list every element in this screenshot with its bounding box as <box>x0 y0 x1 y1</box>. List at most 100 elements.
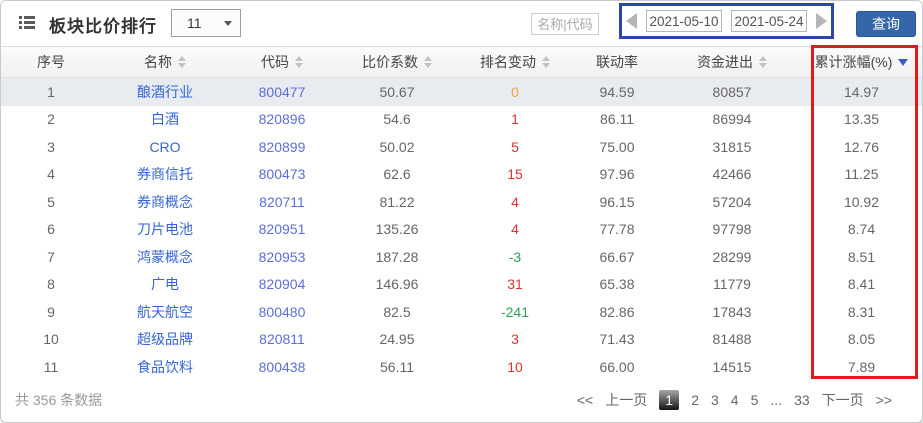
sector-name-link[interactable]: 刀片电池 <box>137 221 193 237</box>
sector-code-link[interactable]: 800480 <box>259 304 306 320</box>
ratio-value: 146.96 <box>375 276 419 293</box>
cell-gain: 12.76 <box>801 133 922 161</box>
cell-index: 10 <box>1 326 101 354</box>
date-from-input[interactable] <box>646 10 722 32</box>
total-count-label: 共 356 条数据 <box>15 392 103 408</box>
gain-value: 11.25 <box>844 166 879 183</box>
cell-index: 8 <box>1 271 101 299</box>
cell-linkage: 66.00 <box>571 353 663 381</box>
cell-linkage: 94.59 <box>571 78 663 106</box>
column-header-rank-change[interactable]: 排名变动 <box>459 47 571 78</box>
sector-code-link[interactable]: 800438 <box>259 359 306 375</box>
sector-name-link[interactable]: 白酒 <box>151 111 179 127</box>
sector-name-link[interactable]: 食品饮料 <box>137 359 193 375</box>
sector-name-link[interactable]: 航天航空 <box>137 304 193 320</box>
sector-name-link[interactable]: 广电 <box>151 276 179 292</box>
table-row[interactable]: 8 广电 820904 146.96 31 65.38 11779 8.41 <box>1 271 922 299</box>
first-page-button[interactable]: << <box>577 392 593 408</box>
cell-index: 6 <box>1 216 101 244</box>
sector-code-link[interactable]: 820953 <box>259 249 306 265</box>
cell-rank-change: 4 <box>459 188 571 216</box>
rank-change-value: -241 <box>500 303 530 320</box>
cell-code: 820896 <box>229 106 335 134</box>
sector-code-link[interactable]: 800477 <box>259 84 306 100</box>
table-row[interactable]: 9 航天航空 800480 82.5 -241 82.86 17843 8.31 <box>1 298 922 326</box>
column-header-code[interactable]: 代码 <box>229 47 335 78</box>
page-button-4[interactable]: 4 <box>731 392 739 408</box>
cell-index: 4 <box>1 161 101 189</box>
last-page-button[interactable]: >> <box>876 392 892 408</box>
sector-code-link[interactable]: 820811 <box>259 331 305 347</box>
sector-code-link[interactable]: 820896 <box>259 111 306 127</box>
sector-name-link[interactable]: 超级品牌 <box>137 331 193 347</box>
prev-period-arrow[interactable] <box>626 13 637 29</box>
cell-code: 820904 <box>229 271 335 299</box>
cell-code: 800473 <box>229 161 335 189</box>
next-period-arrow[interactable] <box>816 13 827 29</box>
table-row[interactable]: 2 白酒 820896 54.6 1 86.11 86994 13.35 <box>1 106 922 134</box>
gain-value: 7.89 <box>847 358 876 375</box>
cell-linkage: 66.67 <box>571 243 663 271</box>
page-button-2[interactable]: 2 <box>691 392 699 408</box>
list-icon[interactable] <box>19 16 35 35</box>
sector-code-link[interactable]: 820904 <box>259 276 306 292</box>
cell-ratio: 24.95 <box>335 326 459 354</box>
count-dropdown[interactable]: 11 <box>171 9 241 37</box>
sector-name-link[interactable]: 券商信托 <box>137 166 193 182</box>
column-header-funds[interactable]: 资金进出 <box>663 47 801 78</box>
row-index: 3 <box>47 138 55 155</box>
cell-rank-change: 4 <box>459 216 571 244</box>
date-to-input[interactable] <box>731 10 807 32</box>
table-row[interactable]: 10 超级品牌 820811 24.95 3 71.43 81488 8.05 <box>1 326 922 354</box>
sector-ranking-panel: 板块比价排行 11 查询 序号名称代码比价系数排名变动联动率资金进出累计涨幅(%… <box>0 0 923 423</box>
column-header-index: 序号 <box>1 47 101 78</box>
cell-funds: 11779 <box>663 271 801 299</box>
ratio-value: 24.95 <box>379 331 415 348</box>
table-row[interactable]: 1 酿酒行业 800477 50.67 0 94.59 80857 14.97 <box>1 77 922 106</box>
cell-linkage: 97.96 <box>571 161 663 189</box>
sector-code-link[interactable]: 820951 <box>259 221 306 237</box>
linkage-value: 77.78 <box>599 221 635 238</box>
table-row[interactable]: 6 刀片电池 820951 135.26 4 77.78 97798 8.74 <box>1 216 922 244</box>
query-button[interactable]: 查询 <box>856 11 916 37</box>
toolbar: 板块比价排行 11 查询 <box>1 1 922 47</box>
table-row[interactable]: 11 食品饮料 800438 56.11 10 66.00 14515 7.89 <box>1 353 922 381</box>
page-button-1[interactable]: 1 <box>659 390 680 410</box>
row-index: 10 <box>43 331 59 348</box>
sector-name-link[interactable]: 鸿蒙概念 <box>137 249 193 265</box>
table-row[interactable]: 7 鸿蒙概念 820953 187.28 -3 66.67 28299 8.51 <box>1 243 922 271</box>
cell-ratio: 56.11 <box>335 353 459 381</box>
table-row[interactable]: 4 券商信托 800473 62.6 15 97.96 42466 11.25 <box>1 161 922 189</box>
page-button-33[interactable]: 33 <box>794 392 810 408</box>
next-page-button[interactable]: 下一页 <box>822 390 864 410</box>
cell-index: 5 <box>1 188 101 216</box>
search-input[interactable] <box>531 13 599 35</box>
sector-name-link[interactable]: 券商概念 <box>137 194 193 210</box>
table-row[interactable]: 3 CRO 820899 50.02 5 75.00 31815 12.76 <box>1 133 922 161</box>
cell-index: 7 <box>1 243 101 271</box>
prev-page-button[interactable]: 上一页 <box>605 390 647 410</box>
sector-code-link[interactable]: 800473 <box>259 166 306 182</box>
table-row[interactable]: 5 券商概念 820711 81.22 4 96.15 57204 10.92 <box>1 188 922 216</box>
linkage-value: 65.38 <box>599 276 635 293</box>
cell-rank-change: 31 <box>459 271 571 299</box>
sector-name-link[interactable]: 酿酒行业 <box>137 84 193 100</box>
gain-value: 8.74 <box>847 221 876 238</box>
cell-rank-change: 1 <box>459 106 571 134</box>
column-header-ratio[interactable]: 比价系数 <box>335 47 459 78</box>
sector-code-link[interactable]: 820899 <box>259 139 306 155</box>
sector-name-link[interactable]: CRO <box>149 139 180 155</box>
page-button-5[interactable]: 5 <box>751 392 759 408</box>
row-index: 9 <box>47 303 55 320</box>
sector-code-link[interactable]: 820711 <box>259 194 305 210</box>
cell-name: 酿酒行业 <box>101 78 229 106</box>
page-button-3[interactable]: 3 <box>711 392 719 408</box>
cell-gain: 8.74 <box>801 216 922 244</box>
column-header-name[interactable]: 名称 <box>101 47 229 78</box>
cell-name: 鸿蒙概念 <box>101 243 229 271</box>
cell-code: 800477 <box>229 78 335 106</box>
column-label: 名称 <box>144 54 172 70</box>
column-header-gain[interactable]: 累计涨幅(%) <box>801 47 922 78</box>
page-ellipsis: ... <box>770 392 783 408</box>
rank-change-value: 1 <box>511 111 519 128</box>
